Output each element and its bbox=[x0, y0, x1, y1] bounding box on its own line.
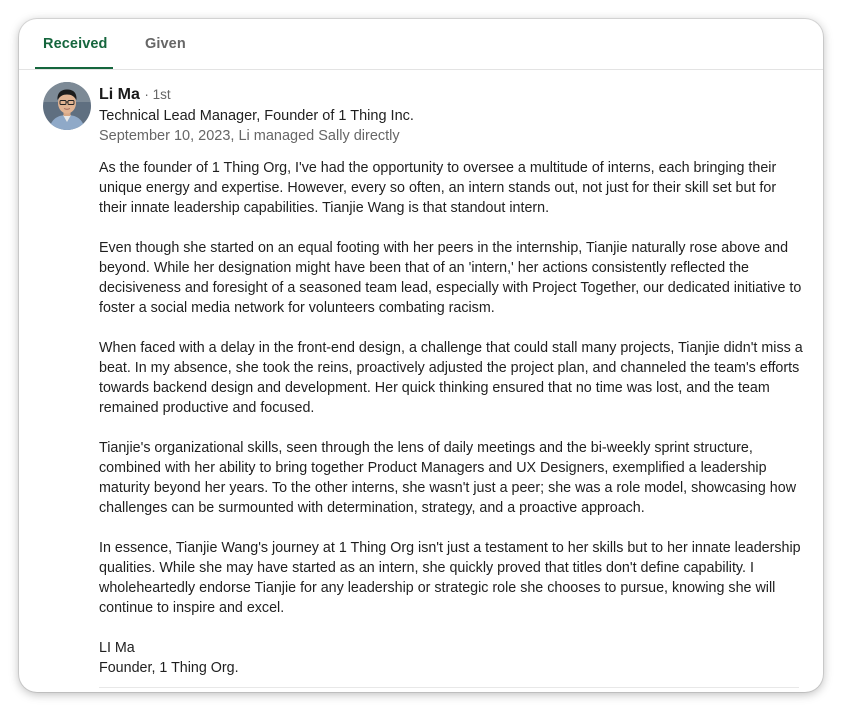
recommendation-tabs: Received Given bbox=[19, 19, 823, 70]
active-tab-indicator bbox=[35, 67, 113, 69]
recommendation-paragraph: As the founder of 1 Thing Org, I've had … bbox=[99, 160, 777, 216]
signature-title: Founder, 1 Thing Org. bbox=[99, 660, 239, 676]
recommender-header: Li Ma · 1st Technical Lead Manager, Foun… bbox=[99, 85, 799, 146]
recommendation-paragraph: Tianjie's organizational skills, seen th… bbox=[99, 440, 797, 516]
recommender-headline: Technical Lead Manager, Founder of 1 Thi… bbox=[99, 108, 414, 124]
profile-photo-icon bbox=[43, 82, 91, 130]
tab-given[interactable]: Given bbox=[145, 36, 186, 52]
recommendation-text: As the founder of 1 Thing Org, I've had … bbox=[99, 158, 804, 678]
recommendations-card: Received Given Li Ma · 1st Technical Lea… bbox=[19, 19, 823, 692]
name-line: Li Ma · 1st bbox=[99, 85, 799, 105]
avatar[interactable] bbox=[43, 82, 91, 130]
recommendation-paragraph: When faced with a delay in the front-end… bbox=[99, 340, 803, 416]
recommender-name[interactable]: Li Ma bbox=[99, 86, 140, 103]
tab-received[interactable]: Received bbox=[43, 36, 107, 52]
signature-name: LI Ma bbox=[99, 640, 135, 656]
connection-degree: · 1st bbox=[144, 87, 171, 102]
divider bbox=[99, 687, 799, 688]
recommendation-paragraph: Even though she started on an equal foot… bbox=[99, 240, 802, 316]
recommendation-paragraph: In essence, Tianjie Wang's journey at 1 … bbox=[99, 540, 801, 616]
recommendation-meta: September 10, 2023, Li managed Sally dir… bbox=[99, 128, 400, 144]
